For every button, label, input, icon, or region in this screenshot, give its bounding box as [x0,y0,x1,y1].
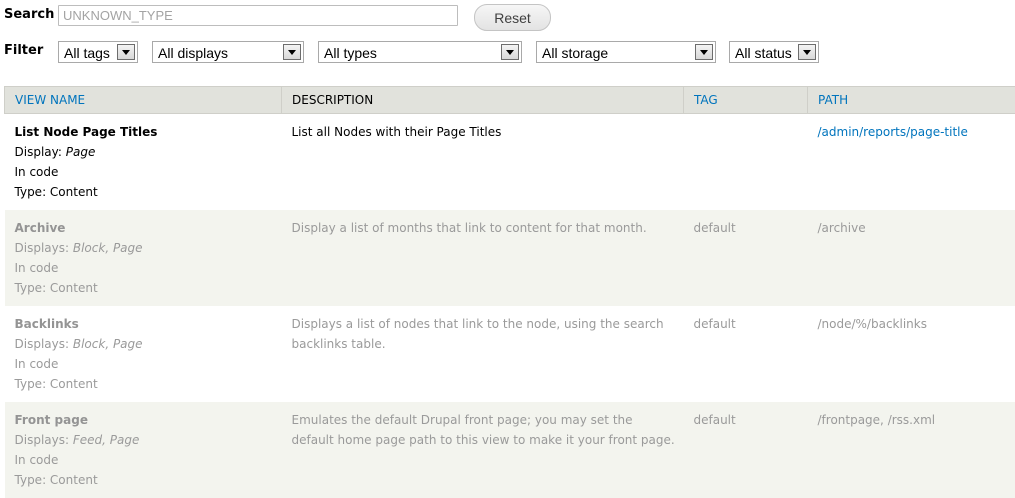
displays-value: Block, Page [73,337,143,351]
displays-label: Displays: [15,337,70,351]
table-header-row: VIEW NAME DESCRIPTION TAG PATH [5,87,1015,114]
view-type: Type: Content [15,182,274,202]
view-type: Type: Content [15,374,274,394]
displays-value: Page [66,145,96,159]
view-tag: default [684,402,808,498]
tag-column-header[interactable]: TAG [684,87,808,114]
view-description: Display a list of months that link to co… [282,210,684,306]
view-storage: In code [15,450,274,470]
chevron-down-icon [695,44,713,60]
view-tag: default [684,210,808,306]
view-description: Displays a list of nodes that link to th… [282,306,684,402]
view-storage: In code [15,162,274,182]
view-path: /admin/reports/page-title [808,114,1015,211]
view-name-cell: List Node Page Titles Display: Page In c… [5,114,282,211]
view-displays: Displays: Block, Page [15,238,274,258]
view-type: Type: Content [15,278,274,298]
view-path: /node/%/backlinks [808,306,1015,402]
view-path: /archive [808,210,1015,306]
view-title: Front page [15,410,274,430]
view-storage: In code [15,258,274,278]
view-title: Backlinks [15,314,274,334]
displays-label: Display: [15,145,62,159]
view-displays: Displays: Feed, Page [15,430,274,450]
displays-label: Displays: [15,241,70,255]
view-name-cell: Backlinks Displays: Block, Page In code … [5,306,282,402]
view-tag: default [684,306,808,402]
chevron-down-icon [283,44,301,60]
path-text: /node/%/backlinks [818,317,927,331]
path-link[interactable]: /admin/reports/page-title [818,125,968,139]
path-text: /frontpage, /rss.xml [818,413,936,427]
table-row: Front page Displays: Feed, Page In code … [5,402,1015,498]
views-table: VIEW NAME DESCRIPTION TAG PATH List Node… [4,86,1015,498]
view-title: Archive [15,218,274,238]
view-description: Emulates the default Drupal front page; … [282,402,684,498]
view-type: Type: Content [15,470,274,490]
view-name-cell: Front page Displays: Feed, Page In code … [5,402,282,498]
table-row: Backlinks Displays: Block, Page In code … [5,306,1015,402]
chevron-down-icon [798,44,816,60]
status-filter-select[interactable]: All status [729,41,819,63]
displays-label: Displays: [15,433,70,447]
view-title: List Node Page Titles [15,122,274,142]
view-displays: Display: Page [15,142,274,162]
types-filter-select[interactable]: All types [318,41,522,63]
description-column-header: DESCRIPTION [282,87,684,114]
tags-filter-value: All tags [64,45,110,61]
displays-value: Block, Page [73,241,143,255]
filter-label: Filter [4,43,43,58]
view-tag [684,114,808,211]
table-row: List Node Page Titles Display: Page In c… [5,114,1015,211]
status-filter-value: All status [735,45,792,61]
view-name-cell: Archive Displays: Block, Page In code Ty… [5,210,282,306]
displays-filter-select[interactable]: All displays [152,41,304,63]
view-description: List all Nodes with their Page Titles [282,114,684,211]
view-path: /frontpage, /rss.xml [808,402,1015,498]
chevron-down-icon [117,44,135,60]
path-column-header[interactable]: PATH [808,87,1015,114]
storage-filter-value: All storage [542,45,608,61]
search-label: Search [4,7,54,22]
search-row: Search Reset [4,4,1004,28]
path-text: /archive [818,221,866,235]
displays-filter-value: All displays [158,45,228,61]
search-input[interactable] [58,5,458,26]
table-row: Archive Displays: Block, Page In code Ty… [5,210,1015,306]
types-filter-value: All types [324,45,377,61]
view-name-column-header[interactable]: VIEW NAME [5,87,282,114]
displays-value: Feed, Page [73,433,140,447]
storage-filter-select[interactable]: All storage [536,41,716,63]
view-displays: Displays: Block, Page [15,334,274,354]
tags-filter-select[interactable]: All tags [58,41,138,63]
reset-button[interactable]: Reset [474,4,551,31]
view-storage: In code [15,354,274,374]
chevron-down-icon [501,44,519,60]
